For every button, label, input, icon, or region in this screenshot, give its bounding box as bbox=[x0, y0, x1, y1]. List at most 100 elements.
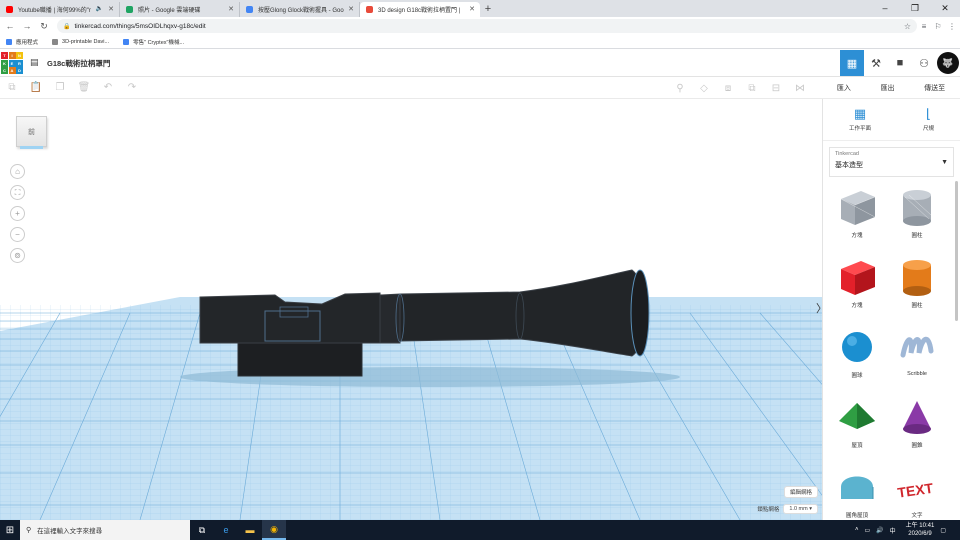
maximize-button[interactable]: ❐ bbox=[900, 0, 930, 17]
volume-icon[interactable]: 🔊 bbox=[876, 527, 883, 534]
design-menu-icon[interactable]: ▤ bbox=[30, 57, 39, 68]
header-tools: ▦ ⚒ ■ ⚇ 🐺 bbox=[840, 50, 960, 76]
bricks-icon[interactable]: ■ bbox=[888, 50, 912, 76]
redo-icon[interactable]: ↷ bbox=[120, 82, 144, 93]
group-icon[interactable]: ⧈ bbox=[716, 83, 740, 94]
bookmark-item[interactable]: 3D-printable Davi... bbox=[52, 38, 109, 45]
workplane-scene[interactable] bbox=[0, 99, 822, 520]
close-tab-icon[interactable]: ✕ bbox=[348, 5, 354, 13]
forward-button[interactable]: → bbox=[20, 21, 34, 31]
panel-scrollbar[interactable] bbox=[955, 181, 958, 321]
browser-tab[interactable]: 按壓Glong Glock戰術握具 - Goo ✕ bbox=[240, 2, 360, 17]
logo-letter: T bbox=[1, 52, 8, 59]
visibility-icon[interactable]: ◇ bbox=[692, 83, 716, 94]
tinkercad-logo[interactable]: TIN KER CAD bbox=[1, 52, 23, 74]
lock-icon: 🔒 bbox=[63, 23, 71, 30]
close-tab-icon[interactable]: ✕ bbox=[228, 5, 234, 13]
search-icon: ⚲ bbox=[26, 527, 32, 534]
logo-letter: A bbox=[8, 67, 16, 74]
copy-icon[interactable]: ⧉ bbox=[0, 82, 24, 93]
close-tab-icon[interactable]: ✕ bbox=[108, 5, 114, 13]
extension-icon[interactable]: ⚐ bbox=[931, 22, 945, 31]
chevron-up-icon[interactable]: ˄ bbox=[855, 527, 859, 533]
export-button[interactable]: 匯出 bbox=[875, 80, 899, 96]
browser-tab[interactable]: 3D design G18c戰術拉柄置門 | ✕ bbox=[360, 2, 480, 17]
close-window-button[interactable]: ✕ bbox=[930, 0, 960, 17]
shape-label: 圓柱 bbox=[911, 233, 923, 239]
minimize-button[interactable]: – bbox=[870, 0, 900, 17]
3d-viewport[interactable]: 前 ⌂ ⛶ + − ⊚ 編輯網格 鎖點網格 1.0 mm ▾ bbox=[0, 99, 822, 520]
taskbar-search[interactable]: ⚲ 在這裡輸入文字來搜尋 bbox=[20, 520, 190, 540]
home-view-icon[interactable]: ⌂ bbox=[10, 164, 25, 179]
edge-icon[interactable]: e bbox=[214, 520, 238, 540]
mirror-icon[interactable]: ⋈ bbox=[788, 83, 812, 94]
snap-grid-select[interactable]: 1.0 mm ▾ bbox=[783, 504, 818, 514]
new-tab-button[interactable]: + bbox=[480, 2, 496, 17]
build-hammer-icon[interactable]: ⚒ bbox=[864, 50, 888, 76]
zoom-out-icon[interactable]: − bbox=[10, 227, 25, 242]
align-icon[interactable]: ⊟ bbox=[764, 83, 788, 94]
avatar[interactable]: 🐺 bbox=[937, 52, 959, 74]
media-control-icon[interactable]: ≡ bbox=[917, 22, 931, 31]
shape-label: 屋頂 bbox=[851, 443, 863, 449]
reload-button[interactable]: ↻ bbox=[37, 21, 51, 32]
app-header bbox=[0, 50, 960, 77]
zoom-in-icon[interactable]: + bbox=[10, 206, 25, 221]
shapes-panel: ▦ 工作平面 ⌊ 尺規 Tinkercad 基本造型 ▼ 方塊 圓柱 方塊 圓柱 圓球 S… bbox=[822, 99, 960, 520]
close-tab-icon[interactable]: ✕ bbox=[469, 5, 475, 13]
logo-letter: E bbox=[8, 59, 16, 67]
shape-box-hole[interactable]: 方塊 bbox=[829, 185, 885, 249]
tab-audio-icon[interactable]: 🔈 bbox=[96, 5, 103, 12]
chrome-icon[interactable]: ◉ bbox=[262, 520, 286, 540]
view-cube[interactable]: 前 bbox=[16, 116, 47, 149]
back-button[interactable]: ← bbox=[3, 21, 17, 31]
shape-cone[interactable]: 圓錐 bbox=[889, 395, 945, 459]
bookmark-star-icon[interactable]: ☆ bbox=[904, 22, 911, 31]
roof-icon bbox=[839, 403, 875, 429]
shape-cylinder-hole[interactable]: 圓柱 bbox=[889, 185, 945, 249]
shape-library-select[interactable]: Tinkercad 基本造型 ▼ bbox=[829, 147, 954, 177]
shape-round-roof[interactable]: 圓角屋頂 bbox=[829, 465, 885, 520]
perspective-icon[interactable]: ⊚ bbox=[10, 248, 25, 263]
logo-letter: D bbox=[16, 67, 23, 74]
send-to-button[interactable]: 傳送至 bbox=[919, 80, 950, 96]
ungroup-icon[interactable]: ⧉ bbox=[740, 83, 764, 94]
shape-box[interactable]: 方塊 bbox=[829, 255, 885, 319]
duplicate-icon[interactable]: ❐ bbox=[48, 82, 72, 93]
notification-icon[interactable]: ▢ bbox=[940, 527, 946, 534]
tab-title: 照片 - Google 雲端硬碟 bbox=[138, 8, 201, 14]
shape-scribble[interactable]: Scribble bbox=[889, 325, 945, 389]
task-view-icon[interactable]: ⧉ bbox=[190, 520, 214, 540]
browser-tab[interactable]: Youtube職播 | 海何99%的"r 🔈 ✕ bbox=[0, 2, 120, 17]
bookmark-item[interactable]: 零售" Cryptex"機械... bbox=[123, 38, 184, 46]
workplane-tool[interactable]: ▦ 工作平面 bbox=[849, 106, 871, 140]
shape-sphere[interactable]: 圓球 bbox=[829, 325, 885, 389]
shape-text[interactable]: TEXT 文字 bbox=[889, 465, 945, 520]
clock[interactable]: 上午 10:41 2020/6/9 bbox=[906, 522, 935, 538]
import-button[interactable]: 匯入 bbox=[832, 80, 856, 96]
bookmark-item[interactable]: 應用程式 bbox=[6, 38, 38, 46]
delete-icon[interactable]: 🗑 bbox=[72, 82, 96, 93]
ruler-icon: ⌊ bbox=[925, 106, 932, 121]
url-field[interactable]: 🔒 tinkercad.com/things/5msOIDLhqxv-g18c/… bbox=[57, 19, 917, 33]
browser-menu-icon[interactable]: ⋮ bbox=[945, 22, 959, 31]
paste-icon[interactable]: 📋 bbox=[24, 82, 48, 93]
grid-view-icon[interactable]: ▦ bbox=[840, 50, 864, 76]
note-icon[interactable]: ⚲ bbox=[668, 83, 692, 94]
browser-tab[interactable]: 照片 - Google 雲端硬碟 ✕ bbox=[120, 2, 240, 17]
network-icon[interactable]: ▭ bbox=[864, 527, 870, 534]
ime-icon[interactable]: 中 bbox=[890, 526, 896, 535]
fit-view-icon[interactable]: ⛶ bbox=[10, 185, 25, 200]
design-title[interactable]: G18c戰術拉柄罩門 bbox=[47, 58, 110, 69]
shape-cylinder[interactable]: 圓柱 bbox=[889, 255, 945, 319]
add-user-icon[interactable]: ⚇ bbox=[912, 50, 936, 76]
windows-start-icon[interactable]: ⊞ bbox=[0, 525, 20, 536]
svg-text:TEXT: TEXT bbox=[896, 480, 934, 501]
bookmark-icon bbox=[6, 38, 12, 45]
edit-grid-button[interactable]: 編輯網格 bbox=[783, 486, 818, 498]
file-explorer-icon[interactable]: ▬ bbox=[238, 520, 262, 540]
undo-icon[interactable]: ↶ bbox=[96, 82, 120, 93]
shape-roof[interactable]: 屋頂 bbox=[829, 395, 885, 459]
ruler-tool[interactable]: ⌊ 尺規 bbox=[923, 106, 934, 140]
chevron-down-icon: ▼ bbox=[941, 159, 948, 166]
